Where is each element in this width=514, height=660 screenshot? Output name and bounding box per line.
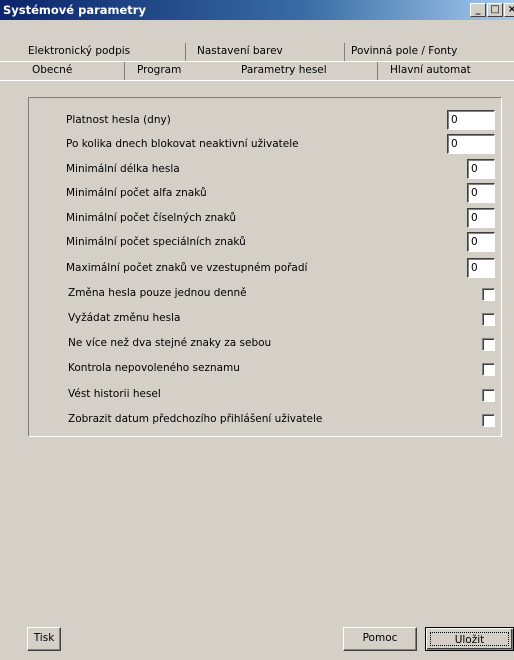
min-alpha-chars-input[interactable]: 0 <box>467 183 495 203</box>
require-password-change-checkbox[interactable] <box>482 313 495 326</box>
tab-password-parameters[interactable]: Parametry hesel <box>231 62 377 80</box>
tab-label: Program <box>137 64 182 76</box>
tab-row-back: Elektronický podpis Nastavení barev Povi… <box>0 43 514 61</box>
inactive-user-block-input[interactable]: 0 <box>447 134 495 154</box>
show-last-login-checkbox[interactable] <box>482 414 495 427</box>
blacklist-check-label: Kontrola nepovoleného seznamu <box>68 362 240 374</box>
tab-label: Obecné <box>32 64 73 76</box>
maximize-icon: □ <box>490 4 500 15</box>
tab-required-fields-fonts[interactable]: Povinná pole / Fonty <box>344 43 514 61</box>
save-button-label: Uložit <box>454 634 485 646</box>
minimize-icon: _ <box>475 4 481 15</box>
tab-label: Elektronický podpis <box>28 45 131 57</box>
help-button-label: Pomoc <box>362 632 398 644</box>
change-once-daily-label: Změna hesla pouze jednou denně <box>68 287 247 299</box>
password-validity-input[interactable]: 0 <box>447 110 495 130</box>
maximize-button[interactable]: □ <box>487 3 503 17</box>
min-special-chars-label: Minimální počet speciálních znaků <box>66 236 246 248</box>
tab-colors[interactable]: Nastavení barev <box>185 43 345 61</box>
min-numeric-chars-input[interactable]: 0 <box>467 208 495 228</box>
min-alpha-chars-label: Minimální počet alfa znaků <box>66 187 207 199</box>
print-button[interactable]: Tisk <box>27 627 61 651</box>
tab-main-automat[interactable]: Hlavní automat <box>377 62 514 80</box>
window-titlebar[interactable]: Systémové parametry _ □ × <box>0 0 514 20</box>
password-history-label: Vést historii hesel <box>68 388 161 400</box>
save-button-focus: Uložit <box>430 632 509 646</box>
tab-label: Hlavní automat <box>390 64 471 76</box>
tab-program[interactable]: Program <box>124 62 231 80</box>
min-special-chars-input[interactable]: 0 <box>467 232 495 252</box>
inactive-user-block-label: Po kolika dnech blokovat neaktivní uživa… <box>66 138 299 150</box>
help-button[interactable]: Pomoc <box>343 627 417 651</box>
show-last-login-label: Zobrazit datum předchozího přihlášení už… <box>68 413 323 425</box>
tab-label: Nastavení barev <box>197 45 283 57</box>
save-button[interactable]: Uložit <box>425 627 514 651</box>
min-password-length-label: Minimální délka hesla <box>66 163 180 175</box>
max-ascending-chars-label: Maximální počet znaků ve vzestupném pořa… <box>66 262 308 274</box>
require-password-change-label: Vyžádat změnu hesla <box>68 312 181 324</box>
close-button[interactable]: × <box>504 3 514 17</box>
min-numeric-chars-label: Minimální počet číselných znaků <box>66 212 236 224</box>
change-once-daily-checkbox[interactable] <box>482 288 495 301</box>
max-ascending-chars-input[interactable]: 0 <box>467 258 495 278</box>
tab-general[interactable]: Obecné <box>32 62 124 80</box>
window-title: Systémové parametry <box>3 3 146 17</box>
no-repeated-chars-label: Ne více než dva stejné znaky za sebou <box>68 337 272 349</box>
minimize-button[interactable]: _ <box>470 3 486 17</box>
password-validity-label: Platnost hesla (dny) <box>66 114 171 126</box>
close-icon: × <box>507 4 514 15</box>
tab-row-front: Obecné Program Parametry hesel Hlavní au… <box>0 62 514 80</box>
print-button-label: Tisk <box>33 632 55 644</box>
tab-label: Povinná pole / Fonty <box>351 45 458 57</box>
no-repeated-chars-checkbox[interactable] <box>482 338 495 351</box>
blacklist-check-checkbox[interactable] <box>482 363 495 376</box>
min-password-length-input[interactable]: 0 <box>467 159 495 179</box>
tab-panel-top-edge <box>0 80 514 81</box>
tab-label: Parametry hesel <box>241 64 327 76</box>
tab-electronic-signature[interactable]: Elektronický podpis <box>28 43 186 61</box>
password-history-checkbox[interactable] <box>482 389 495 402</box>
